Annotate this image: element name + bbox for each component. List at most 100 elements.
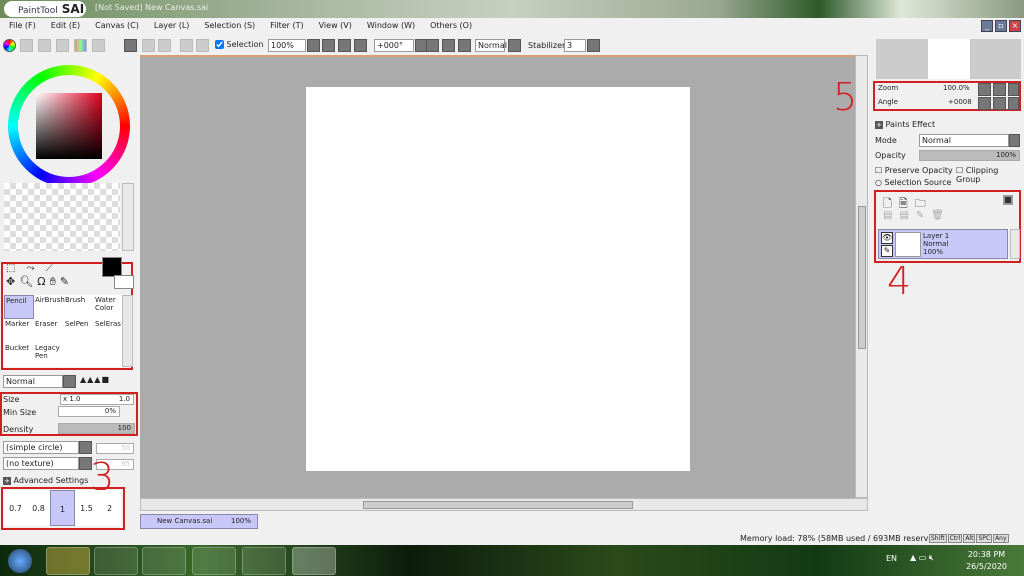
tool-selpen[interactable]: SelPen [64, 319, 94, 343]
menu-view[interactable]: View (V) [310, 18, 358, 35]
min-size-field[interactable]: 0% [58, 406, 120, 417]
nav-zoom-value[interactable]: 100.0% [943, 84, 970, 92]
layer-scrollbar[interactable] [1010, 229, 1020, 259]
brush-shape-field[interactable]: (simple circle) [3, 441, 79, 454]
tool-grid-scrollbar[interactable] [122, 295, 133, 367]
zoom-reset-button[interactable] [354, 39, 367, 52]
layer-item[interactable]: 👁︎ ✎ Layer 1 Normal 100% [878, 229, 1008, 259]
taskbar-explorer[interactable] [46, 547, 90, 575]
selection-checkbox[interactable]: Selection [215, 40, 263, 49]
layer-action-buttons[interactable]: ▤▤✎🗑︎ [883, 210, 951, 221]
canvas-tab[interactable]: New Canvas.sai 100% [140, 514, 258, 529]
color-swatches[interactable] [4, 183, 120, 251]
zoom-field[interactable]: 100% [268, 39, 306, 52]
saturation-value-square[interactable] [36, 93, 102, 159]
tool-seleras[interactable]: SelEras [94, 319, 124, 343]
swatches-scrollbar[interactable] [122, 183, 134, 251]
zoom-out-button[interactable] [322, 39, 335, 52]
brush-shape-dropdown[interactable] [79, 441, 92, 454]
menu-edit[interactable]: Edit (E) [42, 18, 86, 35]
density-slider[interactable]: 100 [58, 423, 135, 434]
nav-rotate-left-button[interactable] [978, 97, 991, 110]
stabilizer-field[interactable]: 3 [564, 39, 586, 52]
rotate-reset-button[interactable] [458, 39, 471, 52]
taskbar-app[interactable] [192, 547, 236, 575]
layer-mode-dropdown[interactable] [1009, 134, 1020, 147]
menu-canvas[interactable]: Canvas (C) [86, 18, 145, 35]
panel-menu-button[interactable] [124, 39, 137, 52]
nav-angle-value[interactable]: +0008 [948, 98, 972, 106]
tool-pencil[interactable]: Pencil [4, 295, 34, 319]
rotate-left-button[interactable] [426, 39, 439, 52]
visibility-eye-icon[interactable]: 👁︎ [881, 232, 893, 244]
angle-field[interactable]: +000° [374, 39, 414, 52]
taskbar-media-player[interactable] [94, 547, 138, 575]
navigator-preview[interactable] [876, 39, 1021, 79]
secondary-color-swatch[interactable] [114, 275, 134, 289]
layer-mode-field[interactable]: Normal [919, 134, 1009, 147]
taskbar-paint-tool-sai[interactable] [292, 547, 336, 575]
nav-zoom-reset-button[interactable] [1008, 83, 1019, 96]
size-preset[interactable]: 0.8 [27, 490, 50, 526]
menu-layer[interactable]: Layer (L) [145, 18, 196, 35]
swatches-toggle-icon[interactable] [74, 39, 87, 52]
menu-file[interactable]: File (F) [0, 18, 42, 35]
tool-brush[interactable]: Brush [64, 295, 94, 319]
tool-legacy-pen[interactable]: Legacy Pen [34, 343, 64, 367]
flip-button[interactable] [508, 39, 521, 52]
tool-bucket[interactable]: Bucket [4, 343, 34, 367]
size-preset[interactable]: 0.7 [4, 490, 27, 526]
tool-eraser[interactable]: Eraser [34, 319, 64, 343]
invert-selection-button[interactable] [196, 39, 209, 52]
size-preset[interactable]: 1.5 [75, 490, 98, 526]
vertical-scroll-thumb[interactable] [858, 206, 866, 349]
nav-rotate-right-button[interactable] [993, 97, 1006, 110]
color-wheel[interactable] [8, 65, 130, 187]
brush-texture-field[interactable]: (no texture) [3, 457, 79, 470]
lock-pen-icon[interactable]: ✎ [881, 245, 893, 257]
tool-marker[interactable]: Marker [4, 319, 34, 343]
tool-watercolor[interactable]: Water Color [94, 295, 124, 319]
undo-button[interactable] [142, 39, 155, 52]
stabilizer-dropdown[interactable] [587, 39, 600, 52]
redo-button[interactable] [158, 39, 171, 52]
clock[interactable]: 20:38 PM 26/5/2020 [966, 549, 1007, 573]
zoom-in-button[interactable] [338, 39, 351, 52]
horizontal-scrollbar[interactable] [140, 498, 868, 511]
mixer-toggle-icon[interactable] [56, 39, 69, 52]
primary-color-swatch[interactable] [102, 257, 122, 277]
brush-mode-dropdown[interactable] [63, 375, 76, 388]
size-field[interactable]: x 1.0 1.0 [60, 394, 134, 405]
horizontal-scroll-thumb[interactable] [363, 501, 633, 509]
menu-window[interactable]: Window (W) [358, 18, 421, 35]
brush-edge-selector[interactable]: ▲▲▲■ [80, 375, 135, 388]
brush-mode-field[interactable]: Normal [3, 375, 63, 388]
paints-effect-toggle[interactable]: + Paints Effect [875, 120, 935, 129]
nav-zoom-in-button[interactable] [993, 83, 1006, 96]
deselect-button[interactable] [180, 39, 193, 52]
start-button[interactable] [8, 549, 32, 573]
tool-airbrush[interactable]: AirBrush [34, 295, 65, 319]
nav-rotate-reset-button[interactable] [1008, 97, 1019, 110]
blend-mode-field[interactable]: Normal [475, 39, 507, 52]
selection-source-radio[interactable]: ○ Selection Source [875, 178, 951, 187]
size-preset-selected[interactable]: 1 [50, 490, 75, 526]
advanced-settings-toggle[interactable]: + Advanced Settings [3, 476, 88, 485]
vertical-scrollbar[interactable] [855, 55, 868, 498]
selection-check[interactable] [215, 40, 224, 49]
rgb-slider-toggle-icon[interactable] [20, 39, 33, 52]
clipping-group-checkbox[interactable]: ☐ Clipping Group [956, 166, 1024, 184]
menu-selection[interactable]: Selection (S) [195, 18, 261, 35]
canvas-paper[interactable] [306, 87, 690, 471]
selection-tools-icons[interactable]: ⬚ ⤳ ⟋ [6, 263, 57, 274]
taskbar-opera[interactable] [242, 547, 286, 575]
navigation-tools-icons[interactable]: ✥🔍︎Ω✋︎✎ [6, 275, 73, 289]
language-indicator[interactable]: EN [886, 554, 897, 563]
taskbar-chrome[interactable] [142, 547, 186, 575]
mask-layer-button[interactable] [1003, 195, 1013, 205]
opacity-slider[interactable]: 100% [919, 150, 1020, 161]
zoom-dropdown[interactable] [307, 39, 320, 52]
hsv-slider-toggle-icon[interactable] [38, 39, 51, 52]
tray-icons[interactable]: ▲ ▭ 🔇︎ [910, 553, 934, 563]
rotate-right-button[interactable] [442, 39, 455, 52]
